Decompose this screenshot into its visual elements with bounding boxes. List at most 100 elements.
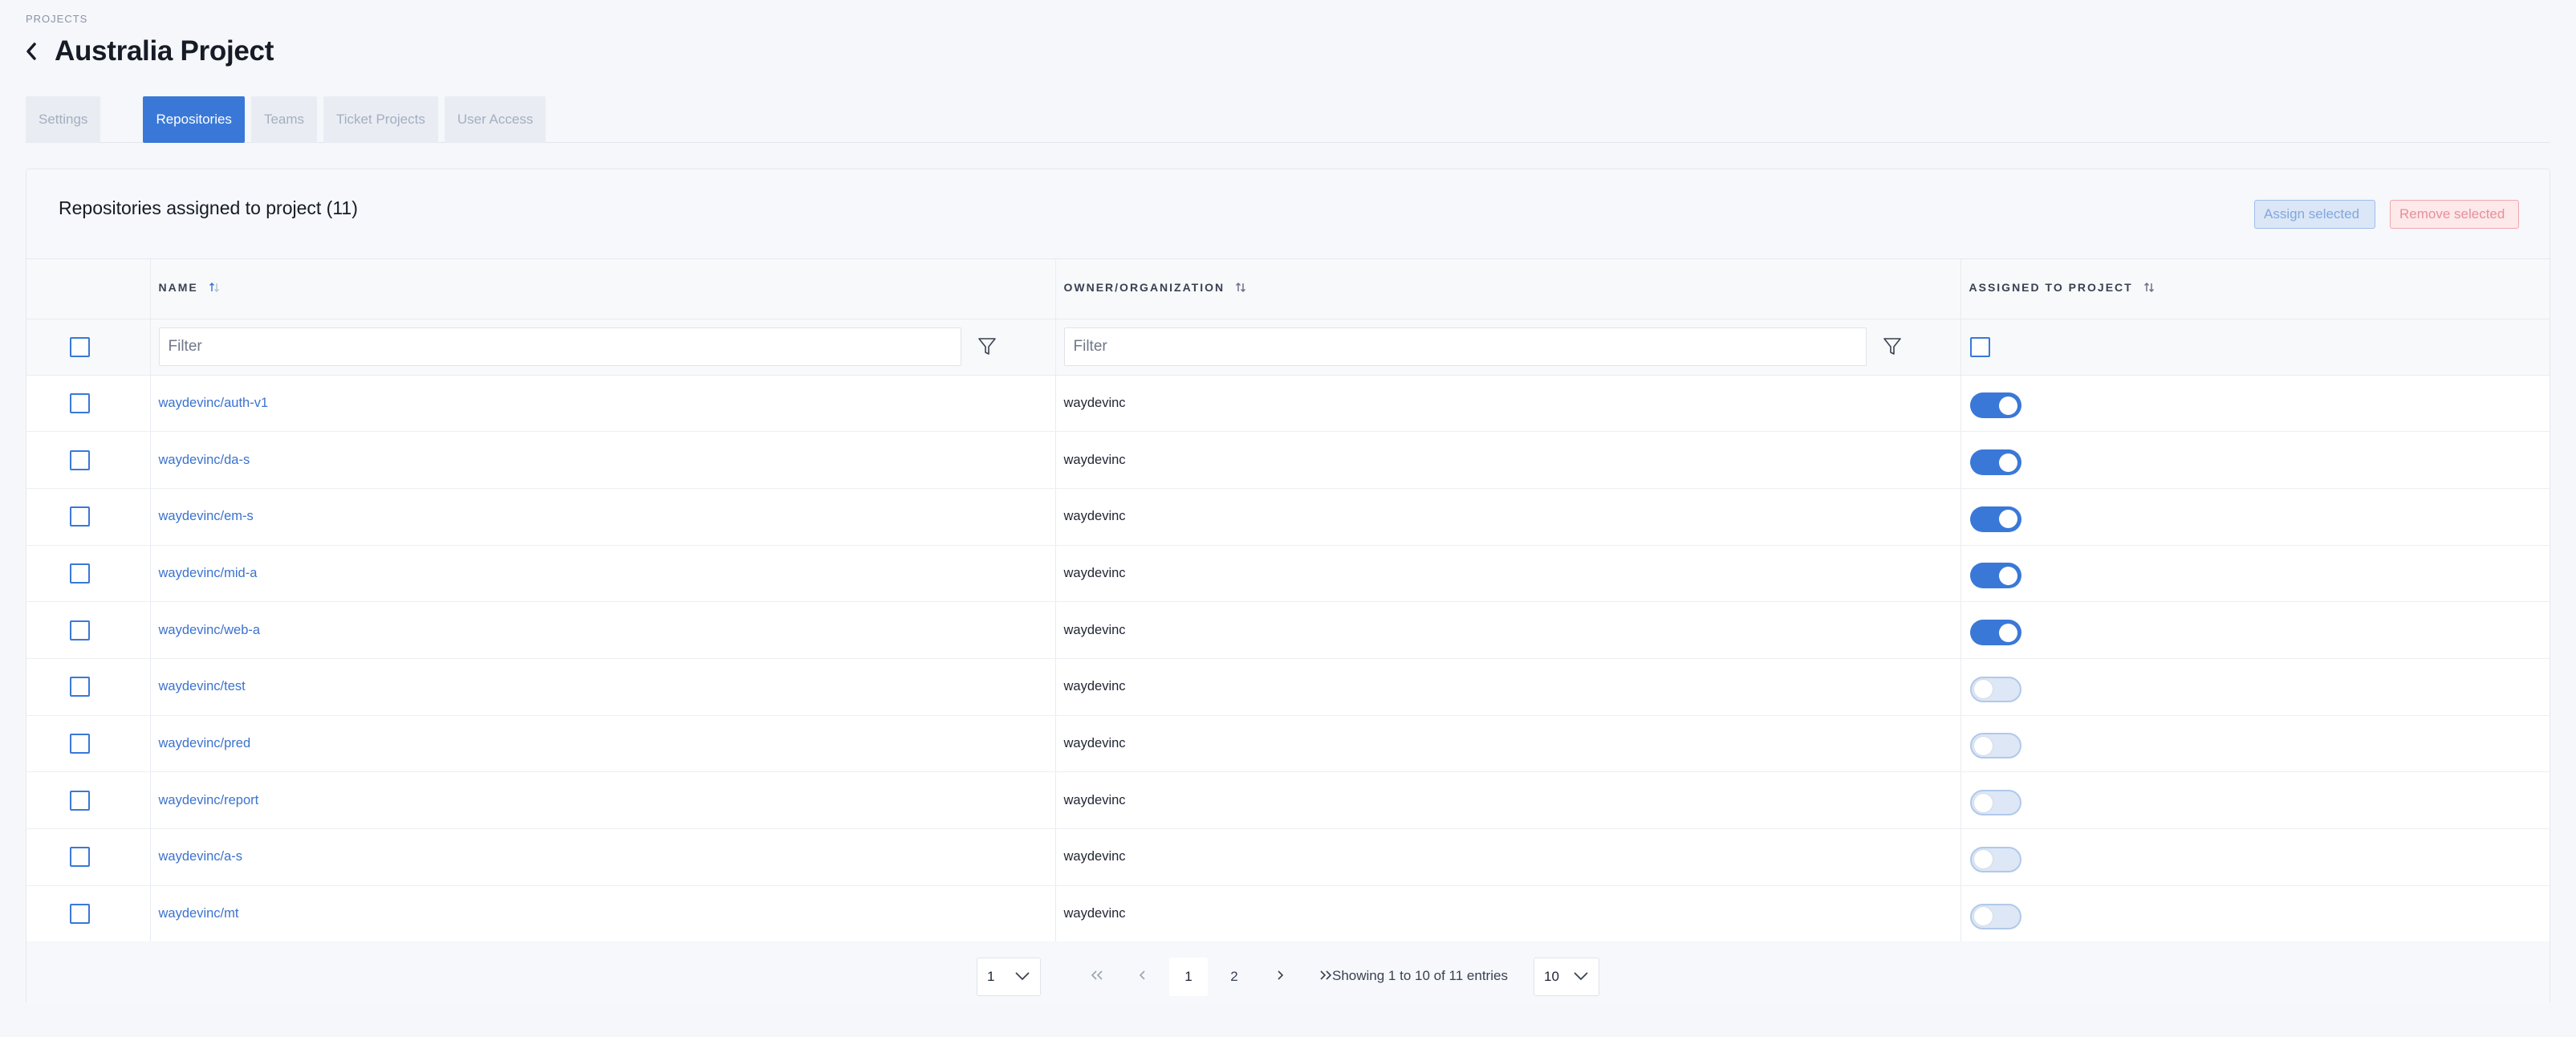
row-checkbox[interactable] bbox=[70, 392, 90, 413]
table-row: waydevinc/a-s waydevinc bbox=[26, 828, 2550, 886]
filter-row bbox=[26, 319, 2550, 375]
toggle-knob bbox=[1998, 396, 2017, 415]
repository-link[interactable]: waydevinc/test bbox=[159, 679, 246, 693]
row-checkbox[interactable] bbox=[70, 790, 90, 811]
page-size-value: 10 bbox=[1544, 969, 1559, 984]
tab-ticket-projects[interactable]: Ticket Projects bbox=[323, 96, 438, 143]
column-header-name-label: NAME bbox=[158, 281, 198, 295]
remove-selected-button[interactable]: Remove selected bbox=[2390, 200, 2519, 229]
page-select[interactable]: 1 bbox=[977, 958, 1041, 996]
table-row: waydevinc/report waydevinc bbox=[26, 771, 2550, 829]
table-row: waydevinc/mt waydevinc bbox=[26, 885, 2550, 942]
panel-title: Repositories assigned to project (11) bbox=[59, 197, 358, 218]
double-chevron-left-icon bbox=[1089, 969, 1105, 985]
owner-text: waydevinc bbox=[1063, 452, 1126, 467]
page-size-select[interactable]: 10 bbox=[1534, 958, 1599, 996]
tab-bar: Settings Repositories Teams Ticket Proje… bbox=[26, 96, 2550, 143]
column-header-name[interactable]: NAME bbox=[150, 259, 1056, 319]
page-button-1[interactable]: 1 bbox=[1169, 958, 1208, 996]
assigned-toggle[interactable] bbox=[1969, 620, 2021, 646]
tab-repositories[interactable]: Repositories bbox=[143, 96, 245, 143]
tab-settings[interactable]: Settings bbox=[26, 96, 101, 143]
owner-text: waydevinc bbox=[1063, 735, 1126, 750]
table-row: waydevinc/test waydevinc bbox=[26, 658, 2550, 716]
first-page-button[interactable] bbox=[1078, 958, 1116, 996]
repository-link[interactable]: waydevinc/web-a bbox=[159, 623, 261, 637]
row-checkbox[interactable] bbox=[70, 620, 90, 640]
sort-icon[interactable] bbox=[1234, 281, 1247, 296]
table-row: waydevinc/pred waydevinc bbox=[26, 715, 2550, 772]
funnel-icon[interactable] bbox=[1883, 336, 1902, 357]
owner-text: waydevinc bbox=[1063, 849, 1126, 864]
owner-filter-cell bbox=[1055, 319, 1960, 375]
repositories-table: NAME OWNER/ORGANIZATION ASSIGNED TO PROJ… bbox=[26, 259, 2550, 942]
assigned-filter-cell bbox=[1960, 319, 2550, 375]
toggle-knob bbox=[1998, 623, 2017, 642]
chevron-right-icon bbox=[1275, 969, 1285, 985]
select-all-checkbox[interactable] bbox=[70, 336, 90, 357]
sort-icon[interactable] bbox=[2143, 281, 2155, 296]
table-row: waydevinc/auth-v1 waydevinc bbox=[26, 375, 2550, 432]
toggle-knob bbox=[1973, 736, 1993, 755]
row-checkbox[interactable] bbox=[70, 677, 90, 697]
owner-text: waydevinc bbox=[1063, 906, 1126, 921]
assigned-toggle[interactable] bbox=[1969, 846, 2021, 872]
page-select-value: 1 bbox=[987, 969, 995, 984]
table-row: waydevinc/da-s waydevinc bbox=[26, 431, 2550, 489]
row-checkbox[interactable] bbox=[70, 449, 90, 470]
panel-header: Repositories assigned to project (11) As… bbox=[26, 169, 2550, 259]
row-checkbox[interactable] bbox=[70, 904, 90, 925]
column-header-owner[interactable]: OWNER/ORGANIZATION bbox=[1055, 259, 1961, 319]
row-checkbox[interactable] bbox=[70, 847, 90, 868]
next-page-button[interactable] bbox=[1261, 958, 1299, 996]
assigned-toggle[interactable] bbox=[1969, 449, 2021, 476]
repository-link[interactable]: waydevinc/mid-a bbox=[159, 566, 258, 580]
assigned-filter-checkbox[interactable] bbox=[1969, 336, 1990, 357]
assigned-toggle[interactable] bbox=[1969, 903, 2021, 929]
assign-selected-button[interactable]: Assign selected bbox=[2254, 200, 2375, 229]
owner-text: waydevinc bbox=[1063, 565, 1126, 580]
row-checkbox[interactable] bbox=[70, 733, 90, 754]
repository-link[interactable]: waydevinc/da-s bbox=[159, 453, 250, 467]
row-checkbox[interactable] bbox=[70, 563, 90, 584]
column-header-assigned-label: ASSIGNED TO PROJECT bbox=[1969, 281, 2133, 295]
repository-link[interactable]: waydevinc/pred bbox=[159, 736, 251, 750]
name-filter-input[interactable] bbox=[158, 327, 961, 366]
tab-teams[interactable]: Teams bbox=[250, 96, 318, 143]
repository-link[interactable]: waydevinc/a-s bbox=[159, 849, 243, 864]
title-row: Australia Project bbox=[26, 35, 274, 67]
repository-link[interactable]: waydevinc/em-s bbox=[159, 509, 254, 523]
funnel-icon[interactable] bbox=[977, 336, 997, 357]
page-button-2[interactable]: 2 bbox=[1215, 958, 1253, 996]
toggle-knob bbox=[1998, 566, 2017, 585]
chevron-left-icon[interactable] bbox=[26, 37, 43, 66]
breadcrumb[interactable]: PROJECTS bbox=[26, 13, 87, 25]
column-header-assigned[interactable]: ASSIGNED TO PROJECT bbox=[1960, 259, 2550, 319]
repository-link[interactable]: waydevinc/mt bbox=[159, 906, 239, 921]
page-title: Australia Project bbox=[55, 35, 274, 67]
table-row: waydevinc/mid-a waydevinc bbox=[26, 545, 2550, 602]
assigned-toggle[interactable] bbox=[1969, 392, 2021, 419]
pagination-bar: 1 1 2 Showing 1 to 10 of 11 entries 10 bbox=[26, 941, 2550, 1004]
assigned-toggle[interactable] bbox=[1969, 506, 2021, 532]
owner-text: waydevinc bbox=[1063, 679, 1126, 694]
assigned-toggle[interactable] bbox=[1969, 733, 2021, 759]
column-header-owner-label: OWNER/ORGANIZATION bbox=[1063, 281, 1225, 295]
tab-user-access[interactable]: User Access bbox=[444, 96, 546, 143]
repository-link[interactable]: waydevinc/report bbox=[159, 793, 259, 807]
sort-icon[interactable] bbox=[208, 281, 221, 296]
table-row: waydevinc/web-a waydevinc bbox=[26, 601, 2550, 659]
row-checkbox[interactable] bbox=[70, 506, 90, 527]
table-row: waydevinc/em-s waydevinc bbox=[26, 488, 2550, 546]
assigned-toggle[interactable] bbox=[1969, 790, 2021, 816]
assigned-toggle[interactable] bbox=[1969, 676, 2021, 702]
owner-text: waydevinc bbox=[1063, 622, 1126, 637]
previous-page-button[interactable] bbox=[1123, 958, 1162, 996]
repository-link[interactable]: waydevinc/auth-v1 bbox=[159, 396, 269, 410]
assigned-toggle[interactable] bbox=[1969, 563, 2021, 589]
chevron-left-icon bbox=[1138, 969, 1148, 985]
owner-filter-input[interactable] bbox=[1063, 327, 1867, 366]
repositories-panel: Repositories assigned to project (11) As… bbox=[26, 169, 2550, 1004]
toggle-knob bbox=[1973, 907, 1993, 926]
toggle-knob bbox=[1998, 510, 2017, 529]
